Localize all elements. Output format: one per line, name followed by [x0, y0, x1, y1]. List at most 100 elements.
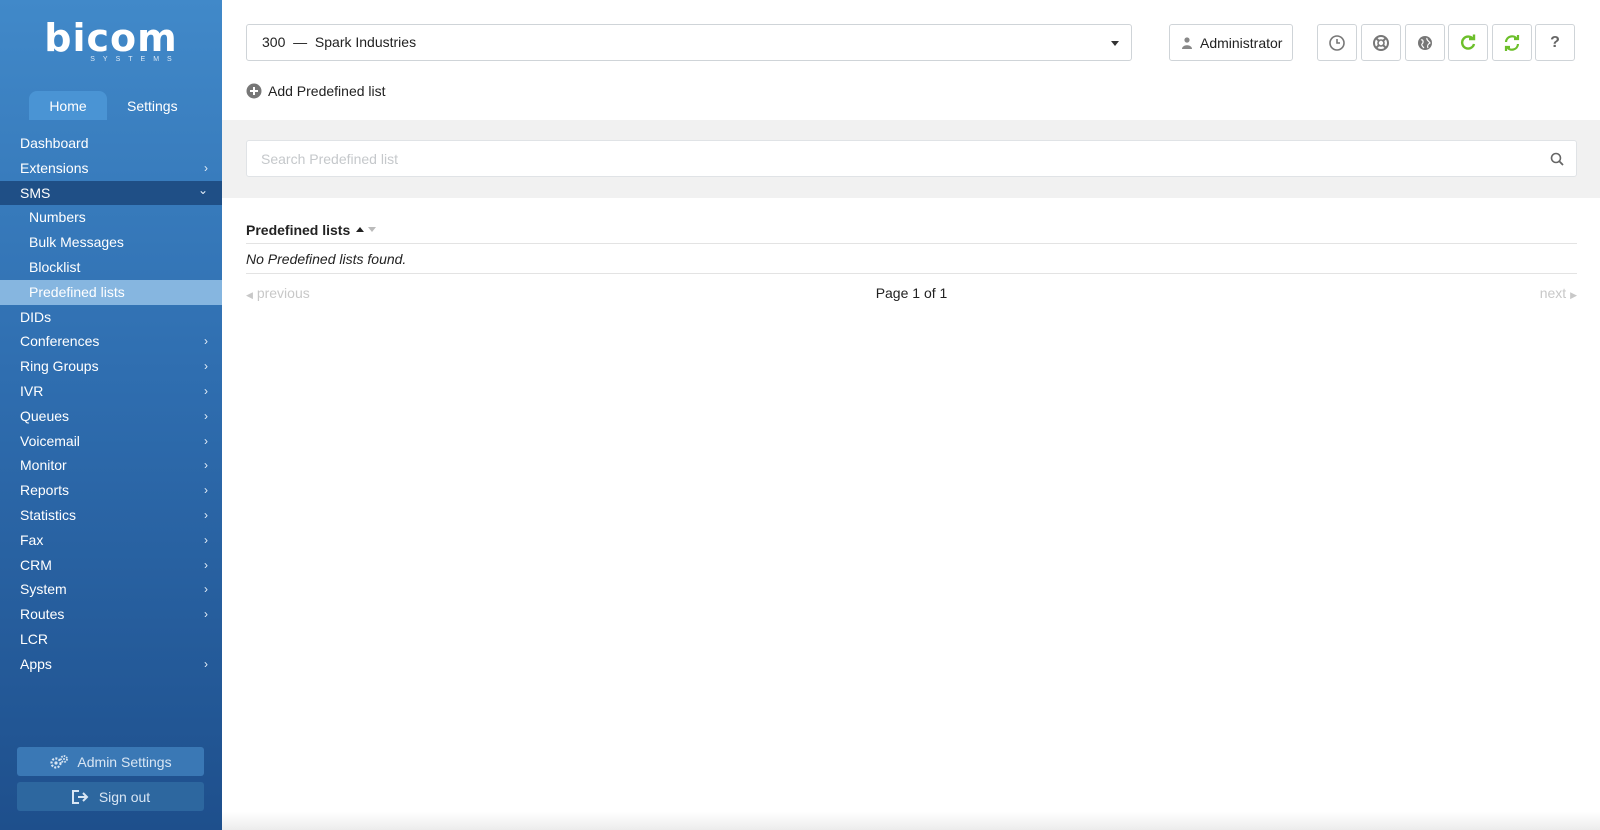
- sidebar: bicom SYSTEMS Home Settings Dashboard Ex…: [0, 0, 222, 830]
- main-content: 300 — Spark Industries Administrator ? A…: [222, 0, 1600, 830]
- table-header: Predefined lists: [246, 216, 1577, 244]
- brand-sub: SYSTEMS: [90, 56, 180, 63]
- clock-icon: [1329, 34, 1345, 51]
- sidebar-item-label: Extensions: [20, 159, 89, 176]
- sidebar-item-system[interactable]: System ›: [0, 577, 222, 602]
- user-name: Administrator: [1200, 34, 1283, 51]
- pagination: Page 1 of 1 ◀ previous next ▶: [246, 274, 1577, 312]
- sidebar-item-label: Ring Groups: [20, 358, 99, 375]
- sidebar-item-label: Routes: [20, 606, 65, 623]
- chevron-right-icon: ›: [204, 532, 208, 547]
- search-icon[interactable]: [1550, 152, 1564, 166]
- sidebar-item-conferences[interactable]: Conferences ›: [0, 329, 222, 354]
- sidebar-item-label: Apps: [20, 655, 52, 672]
- tab-settings[interactable]: Settings: [107, 91, 198, 120]
- sidebar-item-label: SMS: [20, 184, 51, 201]
- sidebar-item-ring-groups[interactable]: Ring Groups ›: [0, 354, 222, 379]
- sort-desc-icon[interactable]: [368, 227, 377, 232]
- sidebar-item-voicemail[interactable]: Voicemail ›: [0, 429, 222, 454]
- sidebar-item-label: Reports: [20, 482, 70, 499]
- sidebar-item-extensions[interactable]: Extensions ›: [0, 156, 222, 181]
- chevron-right-icon: ›: [204, 607, 208, 622]
- sidebar-item-ivr[interactable]: IVR ›: [0, 379, 222, 404]
- tab-home[interactable]: Home: [29, 91, 107, 120]
- sign-out-button[interactable]: Sign out: [17, 782, 204, 811]
- sidebar-item-bulk-messages[interactable]: Bulk Messages: [0, 230, 222, 255]
- chevron-right-icon: ›: [204, 334, 208, 349]
- sidebar-item-blocklist[interactable]: Blocklist: [0, 255, 222, 280]
- column-header-predefined-lists[interactable]: Predefined lists: [246, 222, 350, 238]
- caret-right-icon: ▶: [1570, 290, 1577, 300]
- sidebar-item-queues[interactable]: Queues ›: [0, 404, 222, 429]
- add-predefined-list-label: Add Predefined list: [268, 83, 386, 99]
- lifebuoy-icon: [1373, 34, 1389, 51]
- sidebar-item-label: Queues: [20, 407, 70, 424]
- sidebar-item-reports[interactable]: Reports ›: [0, 478, 222, 503]
- brand-logo[interactable]: bicom SYSTEMS: [0, 18, 222, 63]
- sidebar-item-apps[interactable]: Apps ›: [0, 652, 222, 677]
- search-input[interactable]: [247, 141, 1537, 176]
- add-predefined-list-button[interactable]: Add Predefined list: [246, 81, 386, 101]
- sidebar-item-label: CRM: [20, 556, 52, 573]
- support-button[interactable]: [1361, 24, 1401, 61]
- caret-down-icon: [1111, 41, 1119, 46]
- sync-icon: [1504, 34, 1520, 51]
- next-page-link[interactable]: next ▶: [1540, 274, 1577, 314]
- sidebar-item-label: LCR: [20, 630, 49, 647]
- sidebar-item-label: Statistics: [20, 506, 77, 523]
- chevron-right-icon: ›: [204, 507, 208, 522]
- sidebar-item-routes[interactable]: Routes ›: [0, 602, 222, 627]
- chevron-right-icon: ›: [204, 557, 208, 572]
- sort-controls: [356, 227, 377, 232]
- sidebar-item-crm[interactable]: CRM ›: [0, 553, 222, 578]
- sidebar-item-label: Numbers: [29, 209, 86, 226]
- previous-page-link[interactable]: ◀ previous: [246, 274, 310, 314]
- plus-circle-icon: [246, 83, 262, 99]
- chevron-right-icon: ›: [204, 582, 208, 597]
- gears-icon: [50, 754, 69, 769]
- sidebar-item-dids[interactable]: DIDs: [0, 305, 222, 330]
- sidebar-item-sms[interactable]: SMS ⌄: [0, 180, 222, 206]
- chevron-right-icon: ›: [204, 656, 208, 671]
- help-button[interactable]: ?: [1535, 24, 1575, 61]
- sidebar-item-numbers[interactable]: Numbers: [0, 205, 222, 230]
- sidebar-item-monitor[interactable]: Monitor ›: [0, 453, 222, 478]
- tenant-value: 300 — Spark Industries: [262, 34, 417, 50]
- reload-button[interactable]: [1448, 24, 1488, 61]
- sidebar-item-label: Fax: [20, 531, 44, 548]
- chevron-down-icon: ⌄: [197, 182, 208, 197]
- language-button[interactable]: [1405, 24, 1445, 61]
- sidebar-menu: Dashboard Extensions › SMS ⌄ Numbers Bulk …: [0, 120, 222, 677]
- admin-settings-button[interactable]: Admin Settings: [17, 747, 204, 776]
- search-bar-area: [222, 120, 1600, 198]
- globe-icon: [1418, 35, 1432, 50]
- sidebar-item-label: Predefined lists: [29, 283, 125, 300]
- tenant-select[interactable]: 300 — Spark Industries: [246, 24, 1132, 61]
- sort-asc-icon[interactable]: [356, 227, 365, 232]
- history-button[interactable]: [1317, 24, 1357, 61]
- sidebar-item-label: IVR: [20, 382, 44, 399]
- refresh-icon: [1461, 34, 1476, 50]
- sidebar-item-predefined-lists[interactable]: Predefined lists: [0, 279, 222, 305]
- next-label: next: [1539, 285, 1567, 301]
- previous-label: previous: [256, 285, 310, 301]
- chevron-right-icon: ›: [204, 359, 208, 374]
- chevron-right-icon: ›: [204, 383, 208, 398]
- caret-left-icon: ◀: [246, 290, 253, 300]
- sync-button[interactable]: [1492, 24, 1532, 61]
- sidebar-item-lcr[interactable]: LCR: [0, 627, 222, 652]
- chevron-right-icon: ›: [204, 483, 208, 498]
- question-icon: ?: [1550, 33, 1560, 51]
- user-icon: [1182, 36, 1192, 49]
- top-tabs: Home Settings: [29, 91, 198, 120]
- search-box: [246, 140, 1577, 177]
- chevron-right-icon: ›: [204, 408, 208, 423]
- empty-message: No Predefined lists found.: [246, 244, 1577, 274]
- sign-out-icon: [71, 789, 89, 804]
- chevron-right-icon: ›: [204, 433, 208, 448]
- sidebar-item-fax[interactable]: Fax ›: [0, 528, 222, 553]
- admin-settings-label: Admin Settings: [77, 753, 172, 770]
- user-menu-button[interactable]: Administrator: [1169, 24, 1293, 61]
- sidebar-item-dashboard[interactable]: Dashboard: [0, 131, 222, 156]
- sidebar-item-statistics[interactable]: Statistics ›: [0, 503, 222, 528]
